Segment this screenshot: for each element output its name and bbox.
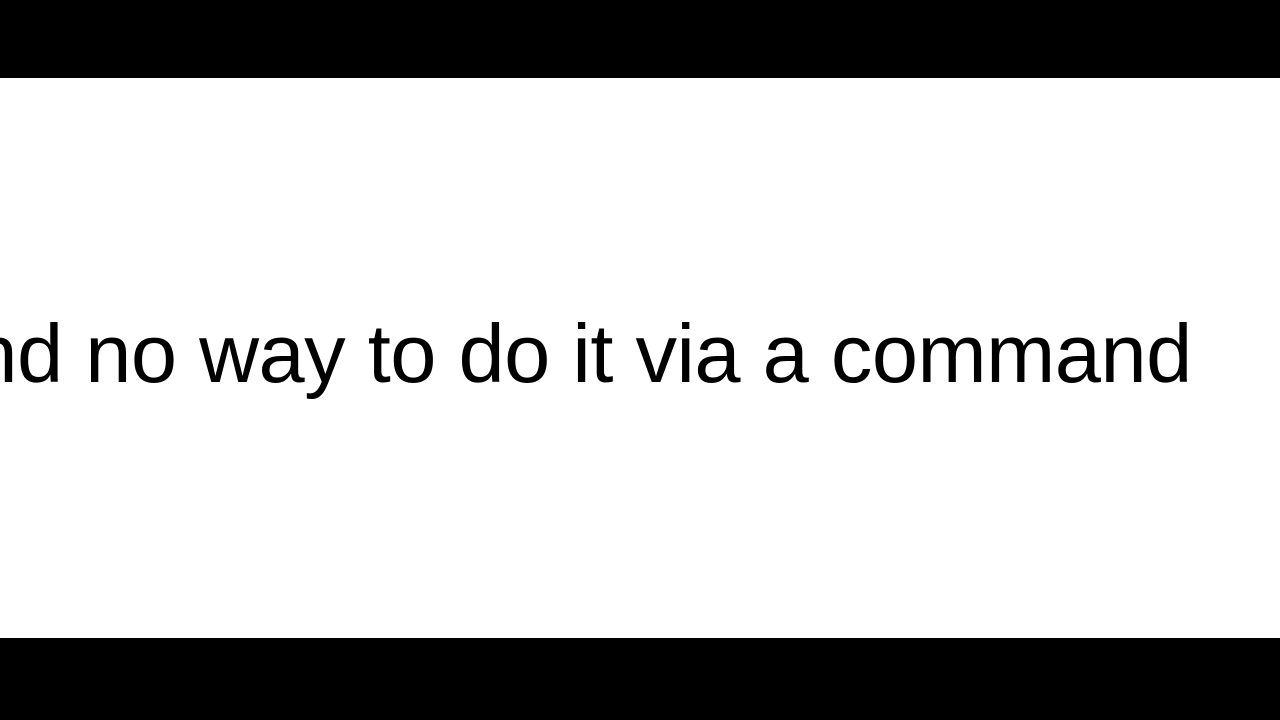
text-line-1: ound no way to do it via a command <box>0 298 1280 411</box>
letterbox-top <box>0 0 1280 78</box>
body-text: ound no way to do it via a command way t… <box>0 78 1280 638</box>
text-line-2: way to get rid of this history is to d <box>0 636 1280 638</box>
text-content-area: ound no way to do it via a command way t… <box>0 78 1280 638</box>
letterbox-bottom <box>0 638 1280 720</box>
